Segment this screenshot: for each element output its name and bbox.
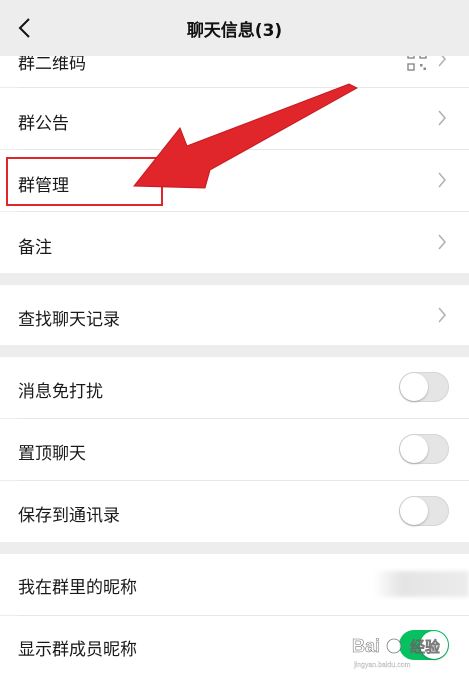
row-label-group-announcement: 群公告 [18,114,69,134]
row-pin-chat: 置顶聊天 [0,419,469,480]
page-title: 聊天信息(3) [186,21,283,41]
chat-info-page: 群二维码 群公告 群管理 备注 查找聊天记录 消息免打扰 置顶聊天 保存到通讯录… [0,0,469,678]
row-remark[interactable]: 备注 [0,212,469,273]
row-label-search-chat-history: 查找聊天记录 [18,310,120,330]
row-label-my-group-nickname: 我在群里的昵称 [18,578,137,598]
section-gap [0,345,469,357]
svg-text:经验: 经验 [410,638,440,656]
row-label-pin-chat: 置顶聊天 [18,444,86,464]
pin-chat-toggle[interactable] [399,434,449,464]
row-label-show-member-nicknames: 显示群成员昵称 [18,640,137,660]
chevron-right-icon [438,307,447,323]
save-to-contacts-toggle[interactable] [399,496,449,526]
toggle-knob [400,497,428,525]
section-gap [0,273,469,285]
nickname-value-blurred [373,571,469,597]
row-mute-notifications: 消息免打扰 [0,357,469,418]
chevron-right-icon [438,172,447,188]
row-search-chat-history[interactable]: 查找聊天记录 [0,285,469,345]
toggle-knob [400,373,428,401]
annotation-highlight-box [6,157,163,206]
row-my-group-nickname[interactable]: 我在群里的昵称 [0,554,469,615]
svg-text:jingyan.baidu.com: jingyan.baidu.com [353,662,411,669]
toggle-knob [400,435,428,463]
section-gap [0,542,469,554]
row-label-mute-notifications: 消息免打扰 [18,382,103,402]
svg-text:Bai: Bai [352,636,380,656]
row-label-save-to-contacts: 保存到通讯录 [18,506,120,526]
mute-toggle[interactable] [399,372,449,402]
chevron-right-icon [438,110,447,126]
chevron-right-icon [438,234,447,250]
row-group-announcement[interactable]: 群公告 [0,88,469,149]
settings-list: 群二维码 群公告 群管理 备注 查找聊天记录 消息免打扰 置顶聊天 保存到通讯录… [0,0,469,678]
baidu-jingyan-watermark: Bai 经验 jingyan.baidu.com [352,636,440,669]
row-label-remark: 备注 [18,238,52,258]
row-save-to-contacts: 保存到通讯录 [0,481,469,542]
nav-header: 聊天信息(3) [0,0,469,56]
